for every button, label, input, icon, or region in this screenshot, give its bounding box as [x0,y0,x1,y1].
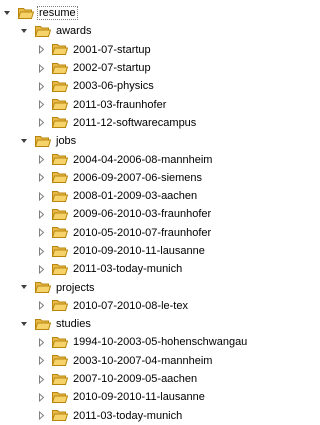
tree-node-label: 2002-07-startup [73,62,151,75]
tree-node-2011-03-today-munich[interactable]: 2011-03-today-munich [0,260,295,278]
triangle-down-icon[interactable] [3,9,12,18]
triangle-right-icon[interactable] [37,392,46,402]
triangle-right-icon[interactable] [37,228,46,238]
folder-icon [52,116,68,129]
folder-icon [52,263,68,276]
triangle-right-icon[interactable] [37,100,46,110]
tree-node-label: 2003-10-2007-04-mannheim [73,354,213,367]
folder-icon [52,299,68,312]
tree-node-label: 2010-07-2010-08-le-tex [73,299,188,312]
triangle-right-icon[interactable] [37,301,46,311]
triangle-right-icon[interactable] [37,246,46,256]
tree-node-2010-07-2010-08-le-tex[interactable]: 2010-07-2010-08-le-tex [0,297,295,315]
tree-node-label: 2011-12-softwarecampus [73,116,197,129]
triangle-down-icon[interactable] [20,27,29,36]
tree-node-2007-10-2009-05-aachen[interactable]: 2007-10-2009-05-aachen [0,370,295,388]
folder-icon [35,135,51,148]
folder-icon [52,391,68,404]
triangle-right-icon[interactable] [37,264,46,274]
folder-icon [52,190,68,203]
tree-node-label: jobs [56,135,77,148]
triangle-right-icon[interactable] [37,81,46,91]
tree-node-2008-01-2009-03-aachen[interactable]: 2008-01-2009-03-aachen [0,187,295,205]
tree-node-label: 2009-06-2010-03-fraunhofer [73,208,212,221]
folder-icon [52,245,68,258]
folder-icon [52,409,68,422]
tree-node-label: resume [37,6,78,21]
triangle-down-icon[interactable] [20,320,29,329]
triangle-down-icon[interactable] [20,283,29,292]
tree-node-label: 2007-10-2009-05-aachen [73,373,198,386]
tree-node-resume[interactable]: resume [0,4,295,22]
folder-icon [52,98,68,111]
folder-icon [52,171,68,184]
triangle-right-icon[interactable] [37,337,46,347]
folder-icon [52,208,68,221]
tree-node-label: awards [56,25,92,38]
tree-node-label: 2003-06-physics [73,80,154,93]
folder-icon [52,336,68,349]
tree-node-label: 2001-07-startup [73,43,151,56]
tree-node-projects[interactable]: projects [0,278,295,296]
tree-node-2010-05-2010-07-fraunhofer[interactable]: 2010-05-2010-07-fraunhofer [0,224,295,242]
folder-icon [52,80,68,93]
tree-node-label: 2011-03-today-munich [73,409,183,422]
tree-node-2003-10-2007-04-mannheim[interactable]: 2003-10-2007-04-mannheim [0,352,295,370]
tree-node-label: studies [56,318,91,331]
tree-node-label: 2010-05-2010-07-fraunhofer [73,226,212,239]
tree-node-2006-09-2007-06-siemens[interactable]: 2006-09-2007-06-siemens [0,169,295,187]
triangle-right-icon[interactable] [37,374,46,384]
folder-icon [52,226,68,239]
tree-node-2001-07-startup[interactable]: 2001-07-startup [0,41,295,59]
tree-node-label: 2008-01-2009-03-aachen [73,190,198,203]
tree-node-2011-12-softwarecampus[interactable]: 2011-12-softwarecampus [0,114,295,132]
tree-node-label: projects [56,281,95,294]
triangle-right-icon[interactable] [37,356,46,366]
folder-icon [52,43,68,56]
triangle-right-icon[interactable] [37,209,46,219]
folder-icon [52,153,68,166]
tree-node-2011-03-fraunhofer[interactable]: 2011-03-fraunhofer [0,95,295,113]
triangle-right-icon[interactable] [37,118,46,128]
folder-icon [35,281,51,294]
folder-icon [35,318,51,331]
tree-node-1994-10-2003-05-hohenschwangau[interactable]: 1994-10-2003-05-hohenschwangau [0,333,295,351]
tree-node-2003-06-physics[interactable]: 2003-06-physics [0,77,295,95]
triangle-right-icon[interactable] [37,63,46,73]
tree-node-label: 2004-04-2006-08-mannheim [73,153,213,166]
tree-node-2009-06-2010-03-fraunhofer[interactable]: 2009-06-2010-03-fraunhofer [0,205,295,223]
triangle-right-icon[interactable] [37,45,46,55]
tree-node-label: 2010-09-2010-11-lausanne [73,245,205,257]
tree-node-jobs[interactable]: jobs [0,132,295,150]
tree-node-2011-03-today-munich[interactable]: 2011-03-today-munich [0,407,295,425]
tree-node-awards[interactable]: awards [0,22,295,40]
tree-node-2004-04-2006-08-mannheim[interactable]: 2004-04-2006-08-mannheim [0,150,295,168]
tree-node-studies[interactable]: studies [0,315,295,333]
tree-node-label: 2011-03-fraunhofer [73,98,167,111]
tree-node-2002-07-startup[interactable]: 2002-07-startup [0,59,295,77]
tree-node-2010-09-2010-11-lausanne[interactable]: 2010-09-2010-11-lausanne [0,388,295,406]
triangle-right-icon[interactable] [37,191,46,201]
folder-icon [18,7,34,20]
tree-node-label: 2011-03-today-munich [73,263,183,276]
project-tree: resume awards 2001-07-startup 2002-07-start… [0,4,295,425]
folder-icon [52,354,68,367]
folder-icon [35,25,51,38]
tree-node-label: 2006-09-2007-06-siemens [73,171,203,184]
folder-icon [52,373,68,386]
triangle-right-icon[interactable] [37,155,46,165]
folder-icon [52,62,68,75]
tree-node-label: 2010-09-2010-11-lausanne [73,391,205,404]
triangle-down-icon[interactable] [20,137,29,146]
triangle-right-icon[interactable] [37,173,46,183]
tree-node-2010-09-2010-11-lausanne[interactable]: 2010-09-2010-11-lausanne [0,242,295,260]
tree-node-label: 1994-10-2003-05-hohenschwangau [73,336,248,349]
